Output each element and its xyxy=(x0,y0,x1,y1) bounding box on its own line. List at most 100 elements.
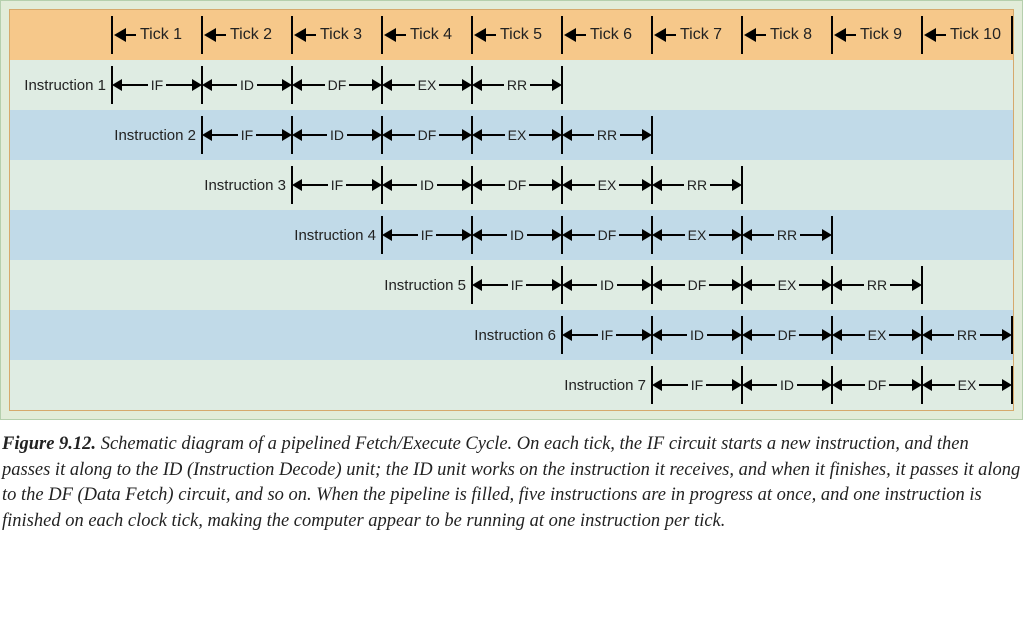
stage-label: IF xyxy=(292,177,382,193)
tick-header-cell: Tick 4 xyxy=(382,10,472,60)
tick-label: Tick 2 xyxy=(230,26,272,44)
stage-label: RR xyxy=(652,177,742,193)
stage-label: RR xyxy=(922,327,1012,343)
stage-label: RR xyxy=(472,77,562,93)
tick-header-cell: Tick 5 xyxy=(472,10,562,60)
stage-label: EX xyxy=(562,177,652,193)
stage-span: ID xyxy=(562,260,652,310)
instruction-row: Instruction 5IFIDDFEXRR xyxy=(10,260,1013,310)
stage-span: ID xyxy=(202,60,292,110)
stage-label: ID xyxy=(382,177,472,193)
stage-span: DF xyxy=(562,210,652,260)
stage-label: ID xyxy=(742,377,832,393)
tick-label: Tick 8 xyxy=(770,26,812,44)
stage-label: IF xyxy=(472,277,562,293)
stage-label: EX xyxy=(652,227,742,243)
tick-header-cell: Tick 2 xyxy=(202,10,292,60)
arrow-line xyxy=(754,34,766,36)
stage-span: DF xyxy=(292,60,382,110)
tick-label: Tick 5 xyxy=(500,26,542,44)
instruction-row: Instruction 4IFIDDFEXRR xyxy=(10,210,1013,260)
arrow-line xyxy=(574,34,586,36)
tick-label: Tick 4 xyxy=(410,26,452,44)
figure-label: Figure 9.12. xyxy=(2,434,96,454)
stage-label: RR xyxy=(832,277,922,293)
stage-span: ID xyxy=(292,110,382,160)
stage-span: EX xyxy=(472,110,562,160)
stage-label: DF xyxy=(832,377,922,393)
instruction-label: Instruction 7 xyxy=(10,360,652,410)
instruction-row: Instruction 2IFIDDFEXRR xyxy=(10,110,1013,160)
stage-span: EX xyxy=(742,260,832,310)
stage-span: IF xyxy=(292,160,382,210)
stage-label: RR xyxy=(562,127,652,143)
tick-label: Tick 1 xyxy=(140,26,182,44)
stage-span: DF xyxy=(652,260,742,310)
stage-span: RR xyxy=(472,60,562,110)
stage-span: IF xyxy=(382,210,472,260)
instruction-label: Instruction 6 xyxy=(10,310,562,360)
stage-span: DF xyxy=(472,160,562,210)
stage-label: ID xyxy=(472,227,562,243)
stage-span: RR xyxy=(562,110,652,160)
stage-label: IF xyxy=(202,127,292,143)
arrow-line xyxy=(394,34,406,36)
stage-span: DF xyxy=(382,110,472,160)
tick-label: Tick 6 xyxy=(590,26,632,44)
stage-label: EX xyxy=(922,377,1012,393)
header-row: Tick 1 Tick 2 Tick 3 Tick 4 Tick 5 Tick 6 Tick… xyxy=(10,10,1013,60)
tick-header-cell: Tick 10 xyxy=(922,10,1012,60)
stage-span: RR xyxy=(742,210,832,260)
stage-span: RR xyxy=(922,310,1012,360)
instruction-label: Instruction 2 xyxy=(10,110,202,160)
stage-label: IF xyxy=(652,377,742,393)
stage-label: IF xyxy=(112,77,202,93)
instruction-label: Instruction 1 xyxy=(10,60,112,110)
arrow-line xyxy=(304,34,316,36)
stage-label: RR xyxy=(742,227,832,243)
stage-label: ID xyxy=(652,327,742,343)
tick-label: Tick 10 xyxy=(950,26,1001,44)
tick-header-cell: Tick 8 xyxy=(742,10,832,60)
instruction-label: Instruction 5 xyxy=(10,260,472,310)
stage-label: EX xyxy=(382,77,472,93)
instruction-row: Instruction 1IFIDDFEXRR xyxy=(10,60,1013,110)
tick-label: Tick 7 xyxy=(680,26,722,44)
stage-label: DF xyxy=(742,327,832,343)
tick-header-cell: Tick 3 xyxy=(292,10,382,60)
arrow-line xyxy=(844,34,856,36)
stage-span: ID xyxy=(472,210,562,260)
stage-span: RR xyxy=(832,260,922,310)
tick-header-cell: Tick 1 xyxy=(112,10,202,60)
stage-label: EX xyxy=(472,127,562,143)
figure-text: Schematic diagram of a pipelined Fetch/E… xyxy=(2,434,1020,531)
stage-label: IF xyxy=(562,327,652,343)
stage-span: DF xyxy=(742,310,832,360)
tick-header-cell: Tick 9 xyxy=(832,10,922,60)
tick-label: Tick 9 xyxy=(860,26,902,44)
stage-span: IF xyxy=(472,260,562,310)
tick-header-cell: Tick 6 xyxy=(562,10,652,60)
stage-span: IF xyxy=(112,60,202,110)
instruction-label: Instruction 4 xyxy=(10,210,382,260)
stage-label: DF xyxy=(562,227,652,243)
stage-label: EX xyxy=(742,277,832,293)
stage-span: ID xyxy=(742,360,832,410)
figure-caption: Figure 9.12. Schematic diagram of a pipe… xyxy=(0,420,1023,536)
stage-span: EX xyxy=(382,60,472,110)
arrow-line xyxy=(484,34,496,36)
stage-span: ID xyxy=(382,160,472,210)
stage-span: EX xyxy=(562,160,652,210)
arrow-line xyxy=(934,34,946,36)
arrow-line xyxy=(124,34,136,36)
stage-label: ID xyxy=(562,277,652,293)
tick-label: Tick 3 xyxy=(320,26,362,44)
arrow-line xyxy=(664,34,676,36)
stage-label: DF xyxy=(652,277,742,293)
stage-span: ID xyxy=(652,310,742,360)
stage-span: RR xyxy=(652,160,742,210)
pipeline-diagram: Tick 1 Tick 2 Tick 3 Tick 4 Tick 5 Tick 6 Tick… xyxy=(9,9,1014,411)
tick-header-cell: Tick 7 xyxy=(652,10,742,60)
stage-label: ID xyxy=(202,77,292,93)
figure-container: Tick 1 Tick 2 Tick 3 Tick 4 Tick 5 Tick 6 Tick… xyxy=(0,0,1023,420)
